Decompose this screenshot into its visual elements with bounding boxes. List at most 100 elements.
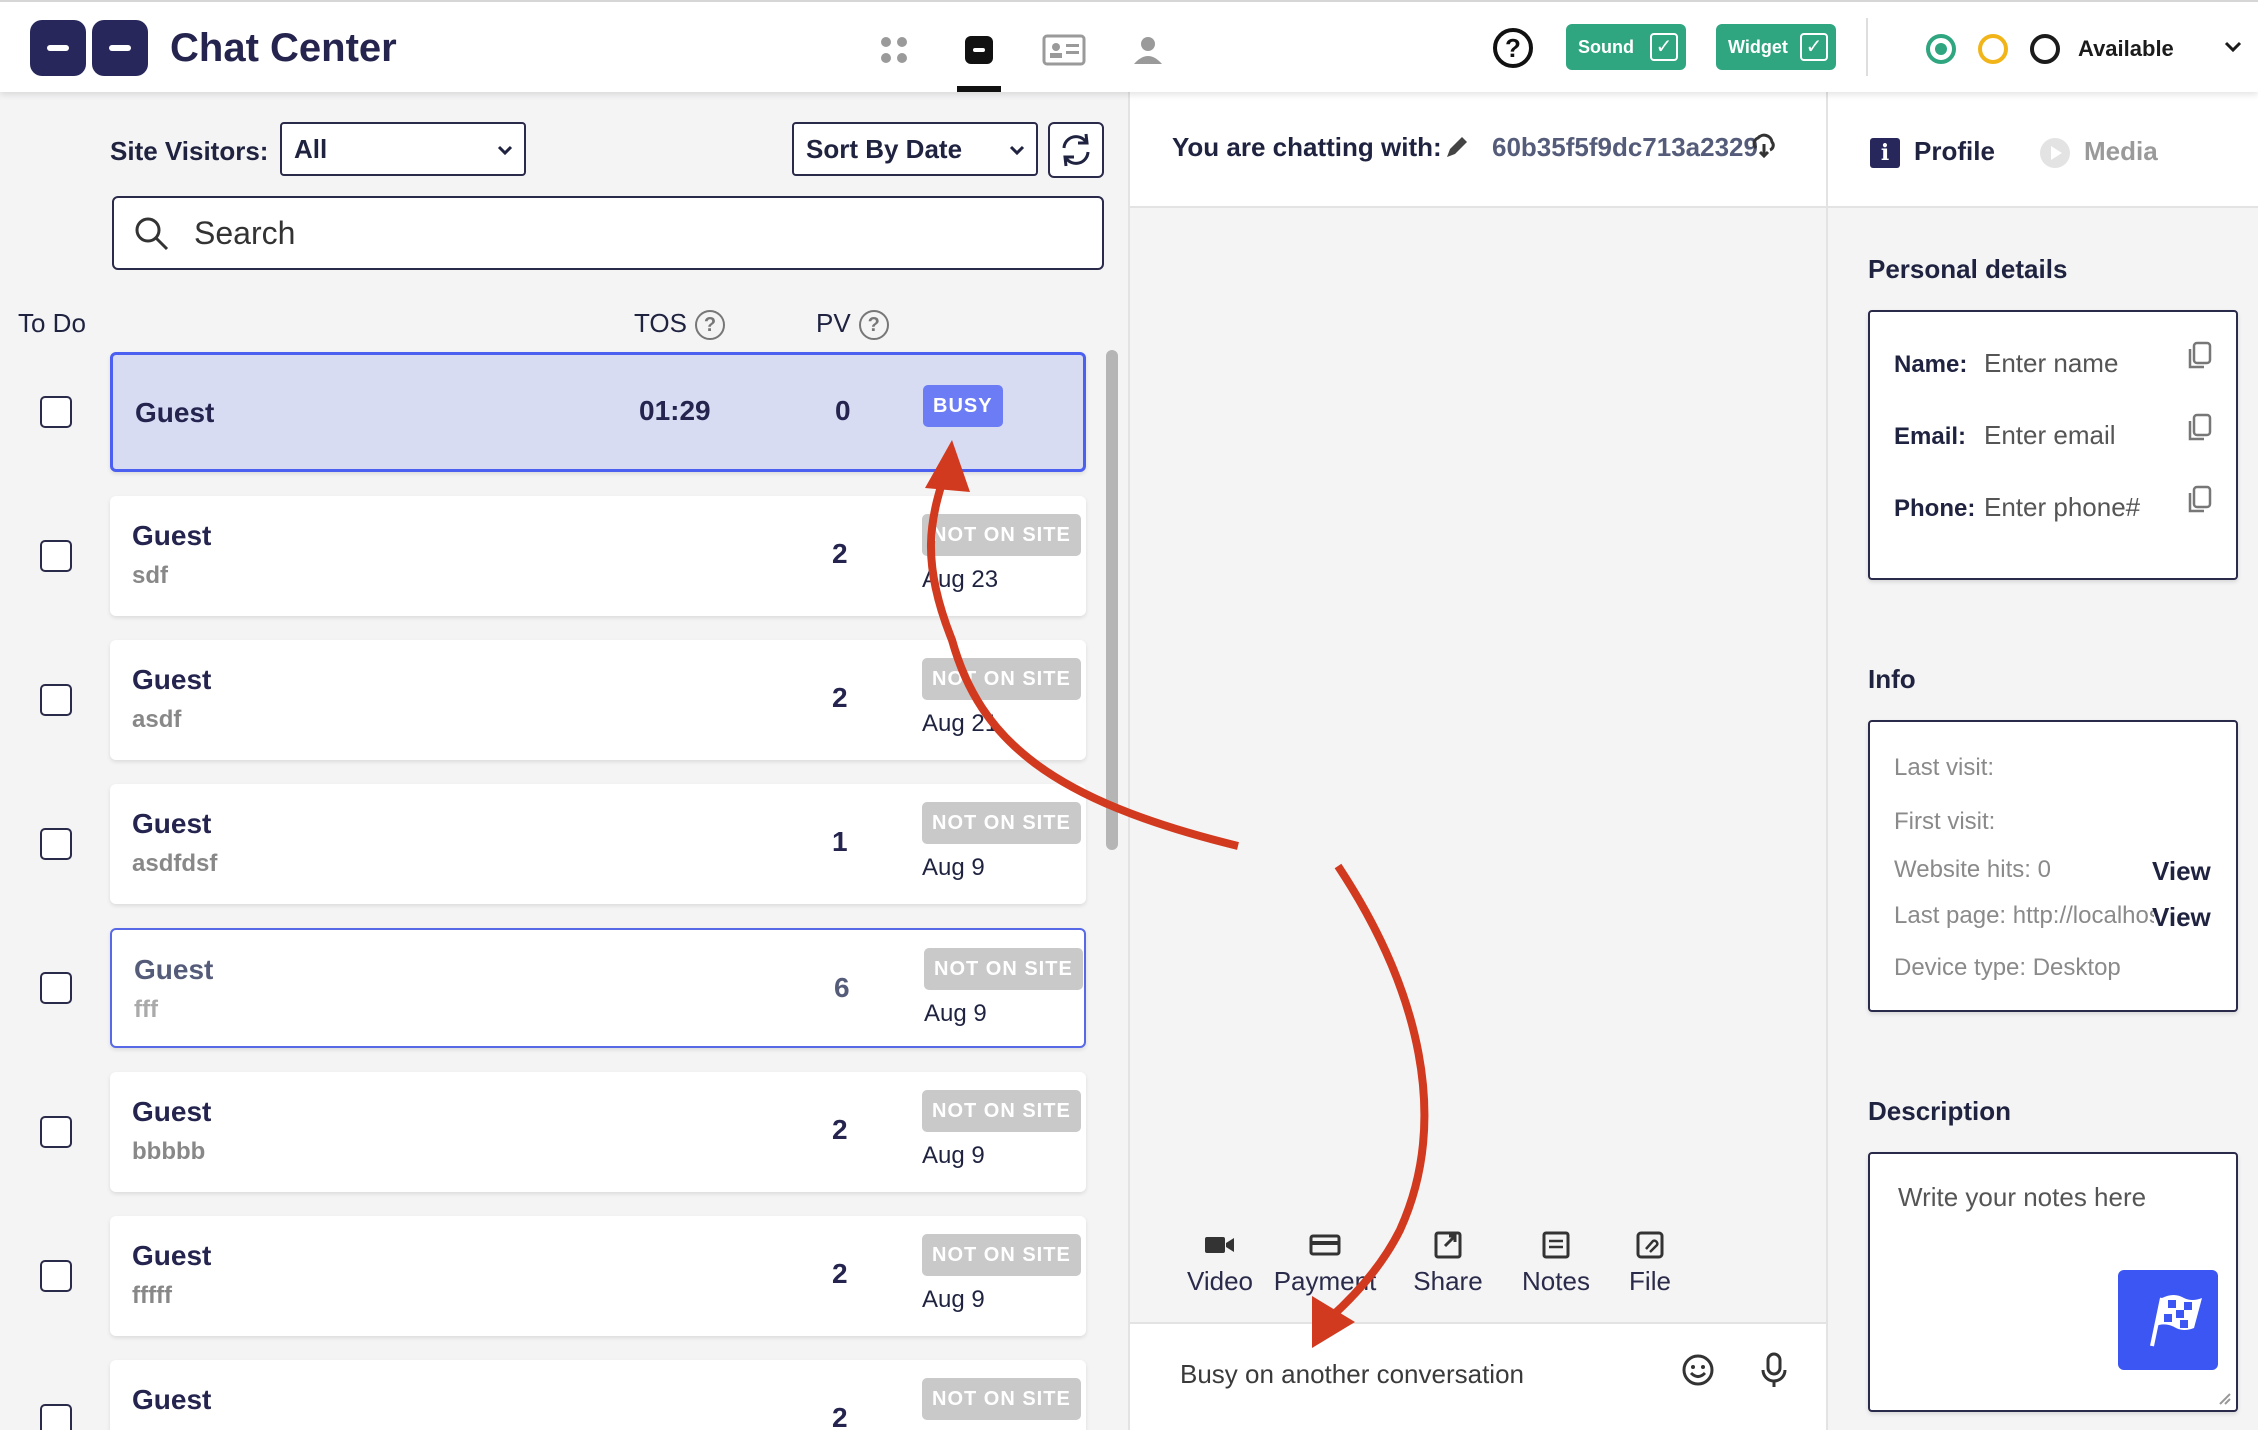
- tab-profile[interactable]: i Profile: [1870, 136, 1995, 169]
- info-box: Last visit: First visit: Website hits: 0…: [1868, 720, 2238, 1012]
- share-screen-icon: [1434, 1231, 1462, 1259]
- refresh-button[interactable]: [1048, 122, 1104, 178]
- email-row: Email: Enter email: [1894, 420, 2116, 451]
- emoji-icon[interactable]: [1680, 1352, 1716, 1388]
- site-visitors-select[interactable]: All: [280, 122, 526, 176]
- chatting-with-label: You are chatting with:: [1172, 132, 1442, 162]
- help-icon[interactable]: ?: [1493, 28, 1533, 68]
- chevron-down-icon[interactable]: [2222, 36, 2244, 58]
- visitor-profile-panel: i Profile Media Personal details Name: Ent…: [1828, 92, 2258, 1430]
- visitor-message: bbbbb: [132, 1138, 206, 1165]
- copy-icon[interactable]: [2184, 484, 2214, 516]
- search-input[interactable]: [194, 208, 1074, 258]
- tab-media[interactable]: Media: [2040, 136, 2158, 169]
- visitor-card[interactable]: Guest 2 NOT ON SITE: [110, 1360, 1086, 1430]
- copy-icon[interactable]: [2184, 412, 2214, 444]
- edit-pencil-icon[interactable]: [1442, 132, 1472, 162]
- sort-select[interactable]: Sort By Date: [792, 122, 1038, 176]
- widget-toggle-button[interactable]: Widget ✓: [1716, 24, 1836, 70]
- todo-checkbox[interactable]: [40, 684, 72, 716]
- tos-column-label: TOS: [634, 308, 687, 338]
- user-profile-icon[interactable]: [1120, 22, 1176, 78]
- microphone-icon[interactable]: [1756, 1350, 1792, 1390]
- todo-checkbox[interactable]: [40, 1260, 72, 1292]
- message-input[interactable]: [1180, 1354, 1660, 1394]
- email-label: Email:: [1894, 423, 1967, 450]
- visitor-date: Aug 9: [924, 1000, 987, 1027]
- video-tool-label: Video: [1186, 1266, 1254, 1296]
- visitor-message: fff: [134, 996, 158, 1023]
- payment-tool-button[interactable]: Payment: [1265, 1230, 1385, 1297]
- share-tool-button[interactable]: Share: [1388, 1230, 1508, 1297]
- sound-toggle-button[interactable]: Sound ✓: [1566, 24, 1686, 70]
- tab-media-label: Media: [2084, 136, 2158, 166]
- todo-checkbox[interactable]: [40, 1116, 72, 1148]
- share-tool-label: Share: [1413, 1266, 1483, 1296]
- visitor-card-active[interactable]: Guest 01:29 0 BUSY: [110, 352, 1086, 472]
- site-visitors-label: Site Visitors:: [110, 136, 269, 166]
- last-page-view-link[interactable]: View: [2152, 902, 2211, 933]
- search-box[interactable]: [112, 196, 1104, 270]
- status-away-radio[interactable]: [1978, 34, 2008, 64]
- visitor-pv: 2: [832, 682, 848, 713]
- name-field[interactable]: Enter name: [1984, 348, 2118, 378]
- notes-icon: [1542, 1231, 1570, 1259]
- visitor-card[interactable]: Guest asdf 2 NOT ON SITE Aug 21: [110, 640, 1086, 760]
- status-offline-radio[interactable]: [2030, 34, 2060, 64]
- notes-textarea[interactable]: [1898, 1182, 2218, 1242]
- dashboard-grid-icon[interactable]: [866, 22, 922, 78]
- visitor-row: Guest asdfdsf 1 NOT ON SITE Aug 9: [0, 784, 1128, 904]
- copy-icon[interactable]: [2184, 340, 2214, 372]
- resize-handle-icon[interactable]: [2216, 1390, 2232, 1406]
- chat-header: You are chatting with: 60b35f5f9dc713a23…: [1130, 92, 1826, 208]
- visitor-message: fffff: [132, 1282, 172, 1309]
- visitor-id: 60b35f5f9dc713a2329: [1492, 132, 1758, 162]
- pv-column-header: PV?: [816, 308, 889, 341]
- video-tool-button[interactable]: Video: [1160, 1230, 1280, 1297]
- notes-tool-label: Notes: [1522, 1266, 1590, 1296]
- visitor-pv: 0: [835, 395, 851, 426]
- payment-card-icon: [1309, 1234, 1341, 1256]
- sound-toggle-label: Sound: [1578, 37, 1634, 57]
- visitor-pv: 1: [832, 826, 848, 857]
- tos-help-icon[interactable]: ?: [694, 310, 725, 341]
- visitor-card[interactable]: Guest fffff 2 NOT ON SITE Aug 9: [110, 1216, 1086, 1336]
- website-hits-view-link[interactable]: View: [2152, 856, 2211, 887]
- tab-profile-label: Profile: [1914, 136, 1995, 166]
- visitor-name: Guest: [134, 954, 214, 985]
- visitor-card[interactable]: Guest asdfdsf 1 NOT ON SITE Aug 9: [110, 784, 1086, 904]
- contact-card-icon[interactable]: [1036, 22, 1092, 78]
- app-title: Chat Center: [170, 26, 397, 70]
- status-label: Available: [2078, 36, 2174, 61]
- visitor-name: Guest: [132, 520, 212, 551]
- logo-mark-left: [30, 20, 86, 76]
- email-field[interactable]: Enter email: [1984, 420, 2116, 450]
- visitor-date: Aug 9: [922, 854, 985, 881]
- todo-checkbox[interactable]: [40, 540, 72, 572]
- active-nav-indicator: [957, 86, 1001, 92]
- logo-mark-right: [92, 20, 148, 76]
- todo-column-header: To Do: [18, 308, 86, 338]
- pv-help-icon[interactable]: ?: [858, 310, 889, 341]
- visitor-card-hover[interactable]: Guest fff 6 NOT ON SITE Aug 9: [110, 928, 1086, 1048]
- todo-checkbox[interactable]: [40, 396, 72, 428]
- status-available-radio[interactable]: [1926, 34, 1956, 64]
- visitor-pv: 2: [832, 1402, 848, 1430]
- todo-checkbox[interactable]: [40, 972, 72, 1004]
- todo-checkbox[interactable]: [40, 828, 72, 860]
- visitor-card[interactable]: Guest sdf 2 NOT ON SITE Aug 23: [110, 496, 1086, 616]
- visitor-row: Guest 01:29 0 BUSY: [0, 352, 1128, 472]
- visitor-name: Guest: [132, 1240, 212, 1271]
- site-visitors-select-value: All: [294, 134, 328, 164]
- phone-field[interactable]: Enter phone#: [1984, 492, 2140, 522]
- list-scrollbar[interactable]: [1106, 350, 1118, 850]
- visitor-row: Guest asdf 2 NOT ON SITE Aug 21: [0, 640, 1128, 760]
- todo-checkbox[interactable]: [40, 1404, 72, 1430]
- chat-nav-icon[interactable]: [951, 22, 1007, 78]
- cloud-download-icon[interactable]: [1748, 130, 1778, 160]
- name-label: Name:: [1894, 351, 1968, 378]
- sound-check-icon: ✓: [1650, 33, 1678, 61]
- file-tool-button[interactable]: File: [1590, 1230, 1710, 1297]
- visitor-card[interactable]: Guest bbbbb 2 NOT ON SITE Aug 9: [110, 1072, 1086, 1192]
- flag-button[interactable]: [2118, 1270, 2218, 1370]
